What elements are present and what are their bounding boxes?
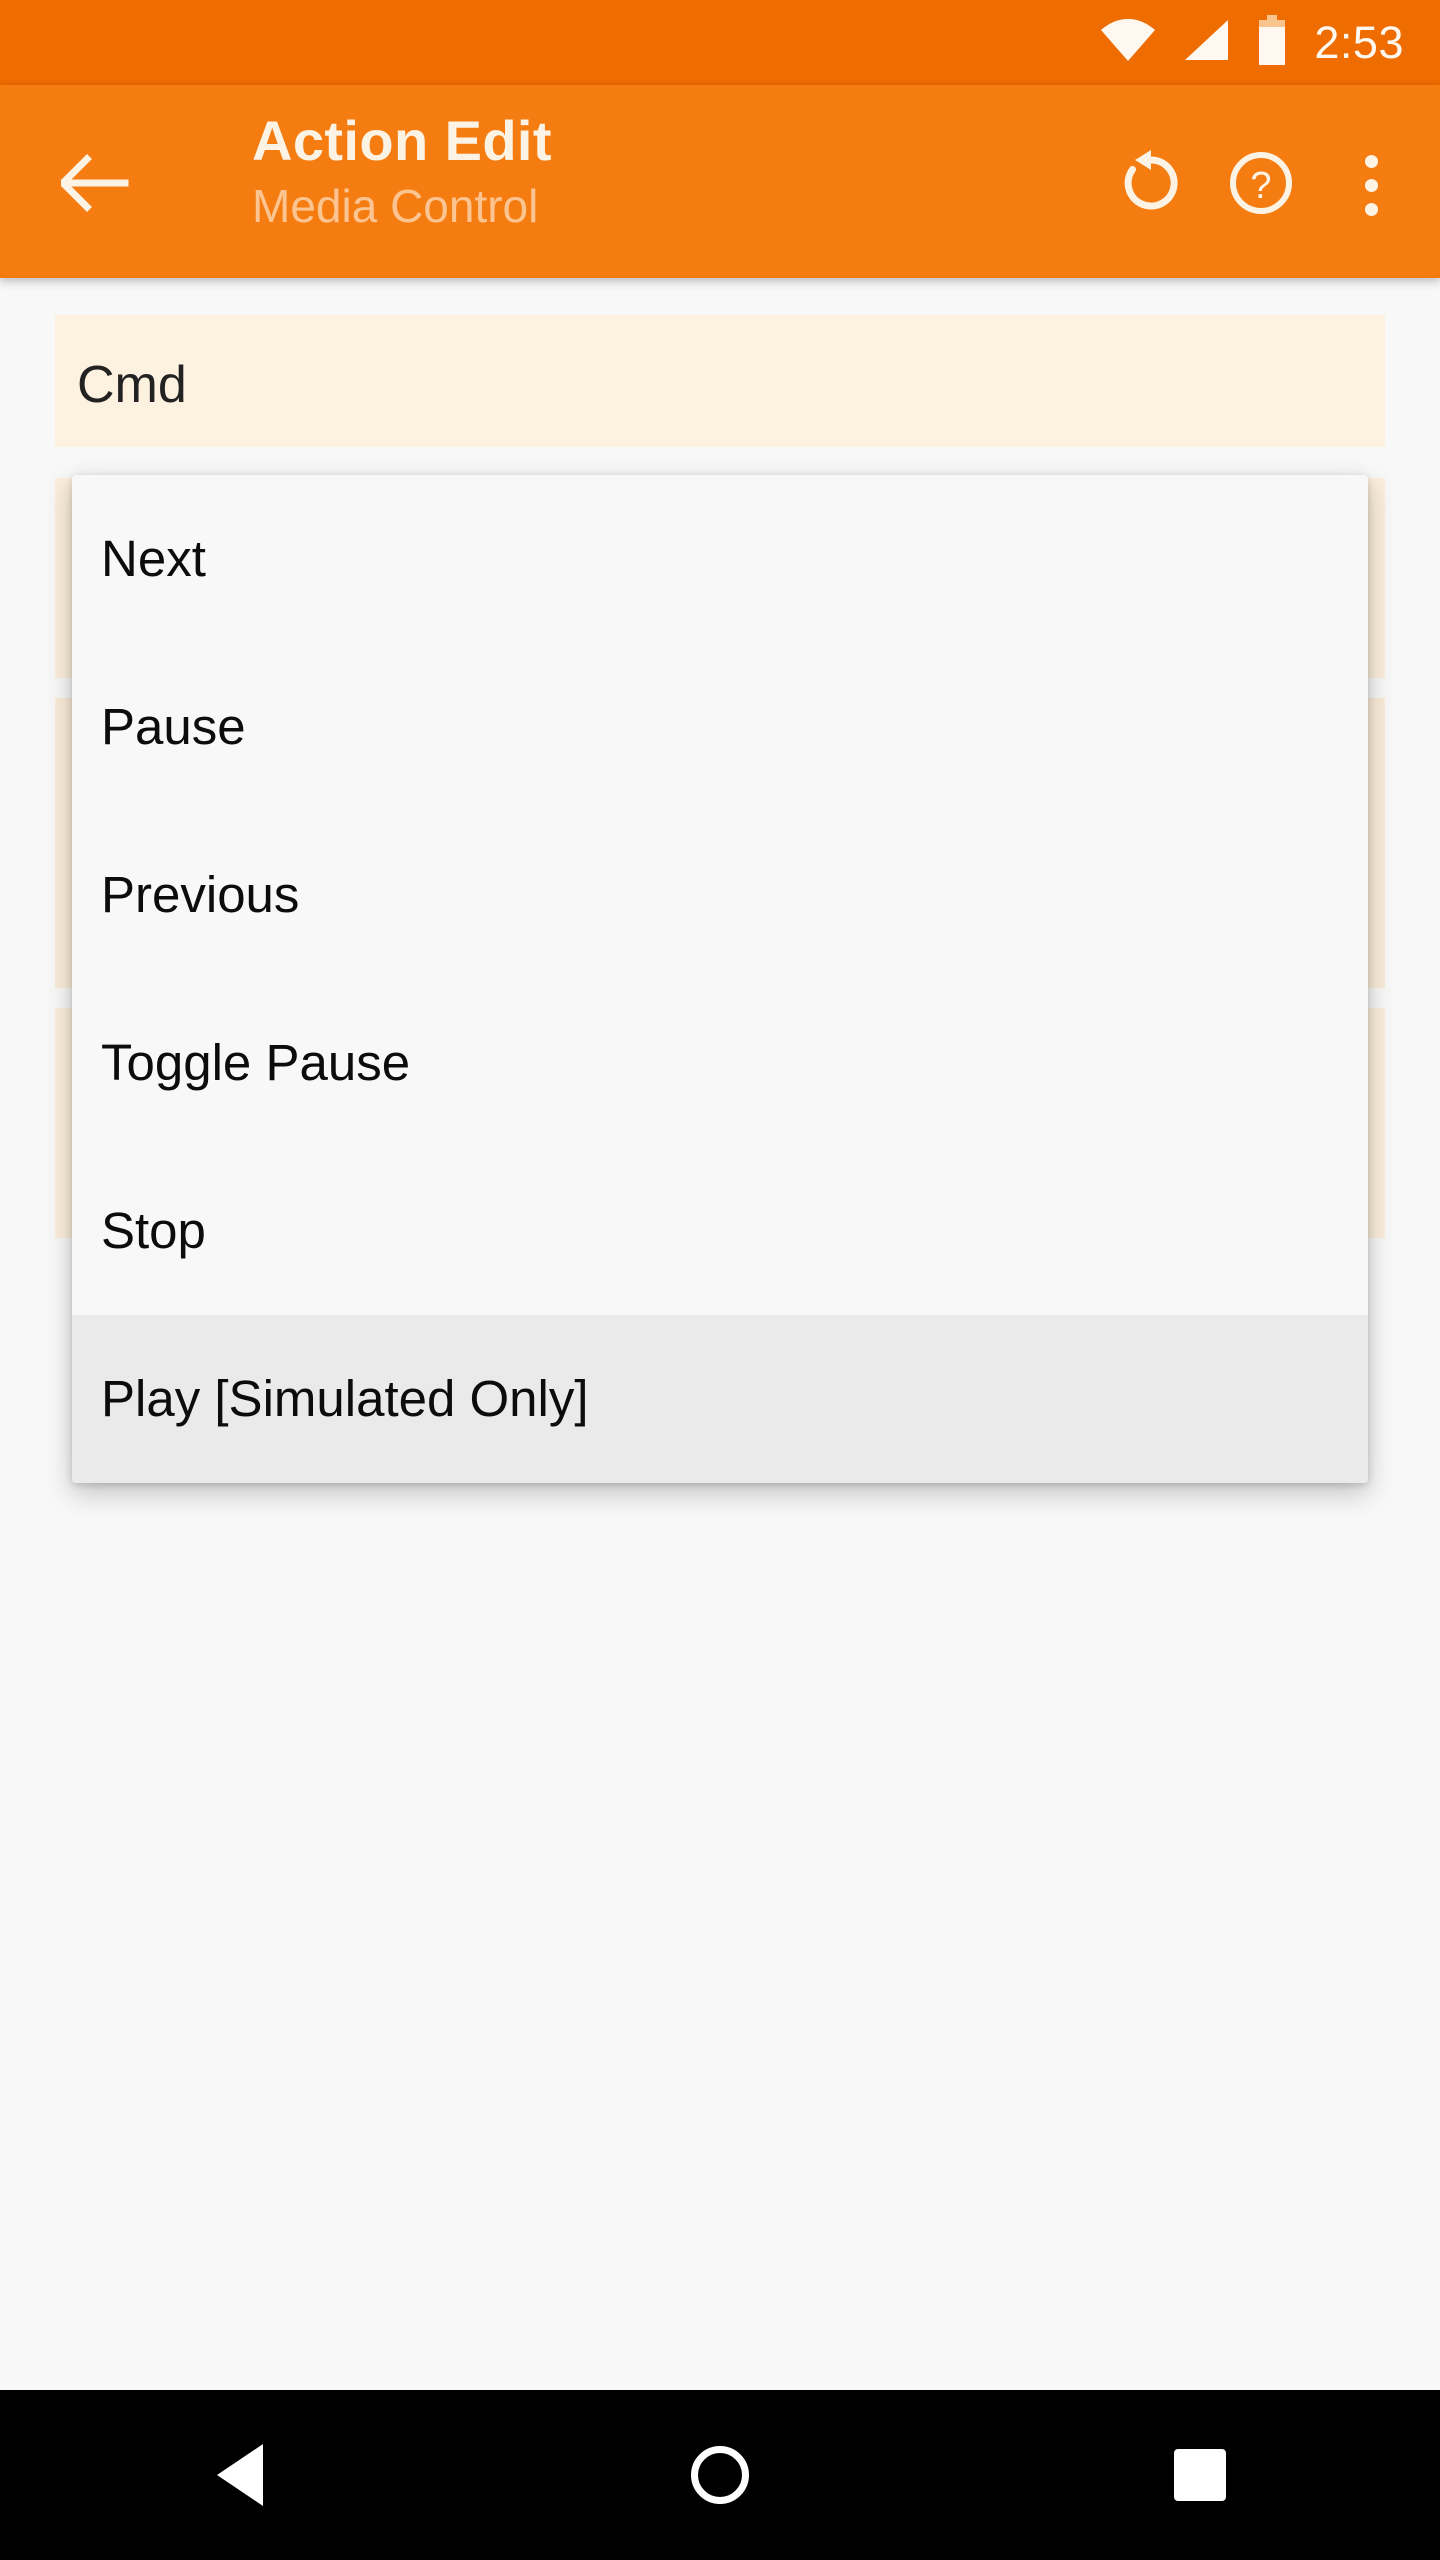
dropdown-option-previous[interactable]: Previous [72, 811, 1368, 979]
dropdown-option-stop[interactable]: Stop [72, 1147, 1368, 1315]
help-button[interactable]: ? [1206, 137, 1316, 233]
field-label-cmd: Cmd [77, 356, 187, 414]
status-icons [1100, 15, 1288, 70]
help-icon: ? [1228, 150, 1294, 221]
dropdown-option-play-simulated-only[interactable]: Play [Simulated Only] [72, 1315, 1368, 1483]
page-subtitle: Media Control [252, 180, 539, 233]
cmd-dropdown-popup: Next Pause Previous Toggle Pause Stop Pl… [72, 475, 1368, 1483]
restore-button[interactable] [1096, 137, 1206, 233]
android-navigation-bar [0, 2390, 1440, 2560]
dropdown-option-label: Pause [101, 697, 246, 755]
app-bar-actions: ? [1096, 137, 1426, 233]
nav-recents-button[interactable] [1100, 2390, 1300, 2560]
phone-screen: 2:53 Action Edit Media Control ? Cmd Nex… [0, 0, 1440, 2560]
svg-text:?: ? [1250, 165, 1271, 207]
back-arrow-icon [58, 153, 129, 217]
back-button[interactable] [47, 137, 143, 233]
nav-recents-icon [1174, 2449, 1226, 2501]
nav-back-button[interactable] [140, 2390, 340, 2560]
wifi-icon [1100, 19, 1156, 66]
overflow-menu-button[interactable] [1316, 137, 1426, 233]
nav-home-button[interactable] [620, 2390, 820, 2560]
status-bar-clock: 2:53 [1314, 17, 1404, 68]
restore-icon [1118, 149, 1184, 221]
dropdown-option-next[interactable]: Next [72, 475, 1368, 643]
page-title: Action Edit [252, 109, 552, 172]
dropdown-option-label: Next [101, 529, 206, 587]
dropdown-option-label: Previous [101, 865, 300, 923]
cellular-signal-icon [1182, 19, 1230, 66]
dropdown-option-label: Stop [101, 1201, 206, 1259]
app-bar-titles: Action Edit Media Control [252, 109, 952, 235]
dropdown-option-label: Toggle Pause [101, 1033, 411, 1091]
dropdown-option-toggle-pause[interactable]: Toggle Pause [72, 979, 1368, 1147]
app-bar: Action Edit Media Control ? [0, 85, 1440, 278]
battery-icon [1256, 15, 1288, 70]
status-bar: 2:53 [0, 0, 1440, 85]
nav-back-icon [217, 2444, 263, 2506]
overflow-menu-icon [1364, 154, 1378, 216]
field-row-cmd[interactable]: Cmd [55, 315, 1385, 447]
nav-home-icon [691, 2446, 749, 2504]
dropdown-option-label: Play [Simulated Only] [101, 1369, 589, 1427]
dropdown-option-pause[interactable]: Pause [72, 643, 1368, 811]
